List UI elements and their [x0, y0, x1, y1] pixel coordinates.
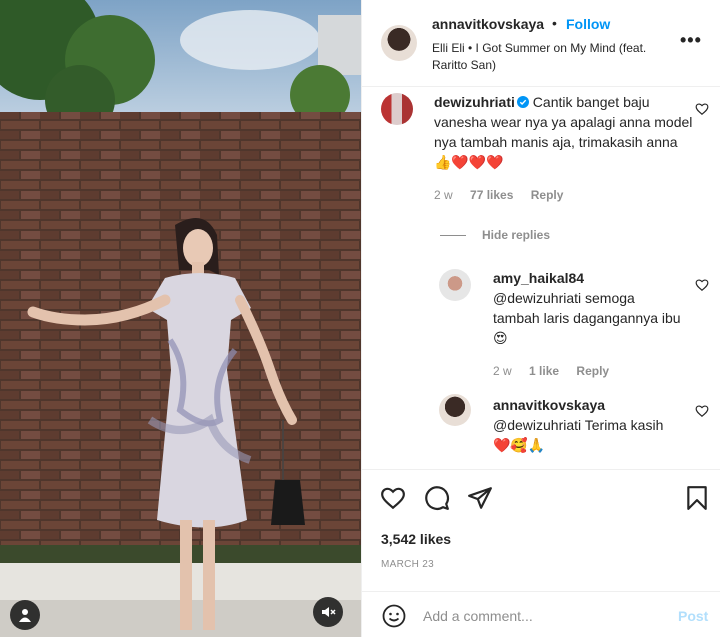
video-frame — [0, 0, 361, 637]
post-video[interactable] — [0, 0, 361, 637]
comments-list[interactable]: dewizuhriati Cantik banget baju vanesha … — [362, 88, 720, 468]
commenter-avatar[interactable] — [381, 93, 413, 125]
heart-icon[interactable] — [380, 485, 406, 511]
reply-emojis: ❤️🥰🙏 — [493, 438, 546, 454]
post-date: MARCH 23 — [381, 559, 434, 570]
comment-like-icon[interactable] — [695, 102, 709, 116]
reply-like-icon[interactable] — [695, 404, 709, 418]
reply-age: 2 w — [493, 364, 512, 378]
hide-replies-button[interactable]: Hide replies — [440, 228, 550, 242]
paper-plane-icon[interactable] — [467, 485, 493, 511]
hide-replies-label: Hide replies — [482, 228, 551, 242]
comment-input[interactable] — [423, 604, 653, 628]
post-actions: 3,542 likes MARCH 23 — [362, 469, 720, 589]
audio-track-link[interactable]: Elli Eli • I Got Summer on My Mind (feat… — [432, 40, 672, 74]
reply-username[interactable]: annavitkovskaya — [493, 397, 605, 413]
smiley-icon[interactable] — [382, 604, 406, 628]
follow-button[interactable]: Follow — [566, 16, 610, 32]
reply-body: annavitkovskaya @dewizuhriati Terima kas… — [493, 395, 683, 456]
reply-button[interactable]: Reply — [531, 188, 564, 202]
verified-badge-icon — [516, 96, 529, 108]
reply-button[interactable]: Reply — [576, 364, 609, 378]
comment-likes[interactable]: 77 likes — [470, 188, 513, 202]
speaker-muted-icon — [322, 607, 336, 617]
reply-emojis: 😍 — [493, 331, 508, 347]
reply-username[interactable]: amy_haikal84 — [493, 270, 584, 286]
comment-body: dewizuhriati Cantik banget baju vanesha … — [434, 92, 694, 173]
bookmark-icon[interactable] — [684, 485, 710, 511]
reply-meta: 2 w 1 like Reply — [493, 364, 623, 378]
comment-username[interactable]: dewizuhriati — [434, 94, 515, 110]
likes-count[interactable]: 3,542 likes — [381, 531, 451, 547]
reply-text: @dewizuhriati semoga tambah laris dagang… — [493, 290, 681, 326]
author-username[interactable]: annavitkovskaya — [432, 16, 544, 32]
comment-composer: Post — [362, 591, 720, 637]
comment-icon[interactable] — [424, 485, 450, 511]
post-header: annavitkovskaya • Follow Elli Eli • I Go… — [362, 0, 720, 87]
replier-avatar[interactable] — [439, 394, 471, 426]
reply-likes[interactable]: 1 like — [529, 364, 559, 378]
reply-like-icon[interactable] — [695, 278, 709, 292]
divider-line — [440, 234, 466, 236]
post-comment-button[interactable]: Post — [678, 608, 708, 624]
user-tag-icon — [19, 609, 31, 622]
replier-avatar[interactable] — [439, 269, 471, 301]
more-options-icon[interactable]: ••• — [680, 30, 702, 51]
mute-button[interactable] — [313, 597, 343, 627]
user-tag-button[interactable] — [10, 600, 40, 630]
author-avatar[interactable] — [381, 25, 417, 61]
separator-dot: • — [552, 15, 557, 31]
reply-body: amy_haikal84 @dewizuhriati semoga tambah… — [493, 268, 683, 349]
comment-meta: 2 w 77 likes Reply — [434, 188, 577, 202]
reply-text: @dewizuhriati Terima kasih — [493, 417, 664, 433]
post-panel: annavitkovskaya • Follow Elli Eli • I Go… — [361, 0, 720, 637]
comment-age: 2 w — [434, 188, 453, 202]
comment-emojis: 👍❤️❤️❤️ — [434, 155, 504, 171]
